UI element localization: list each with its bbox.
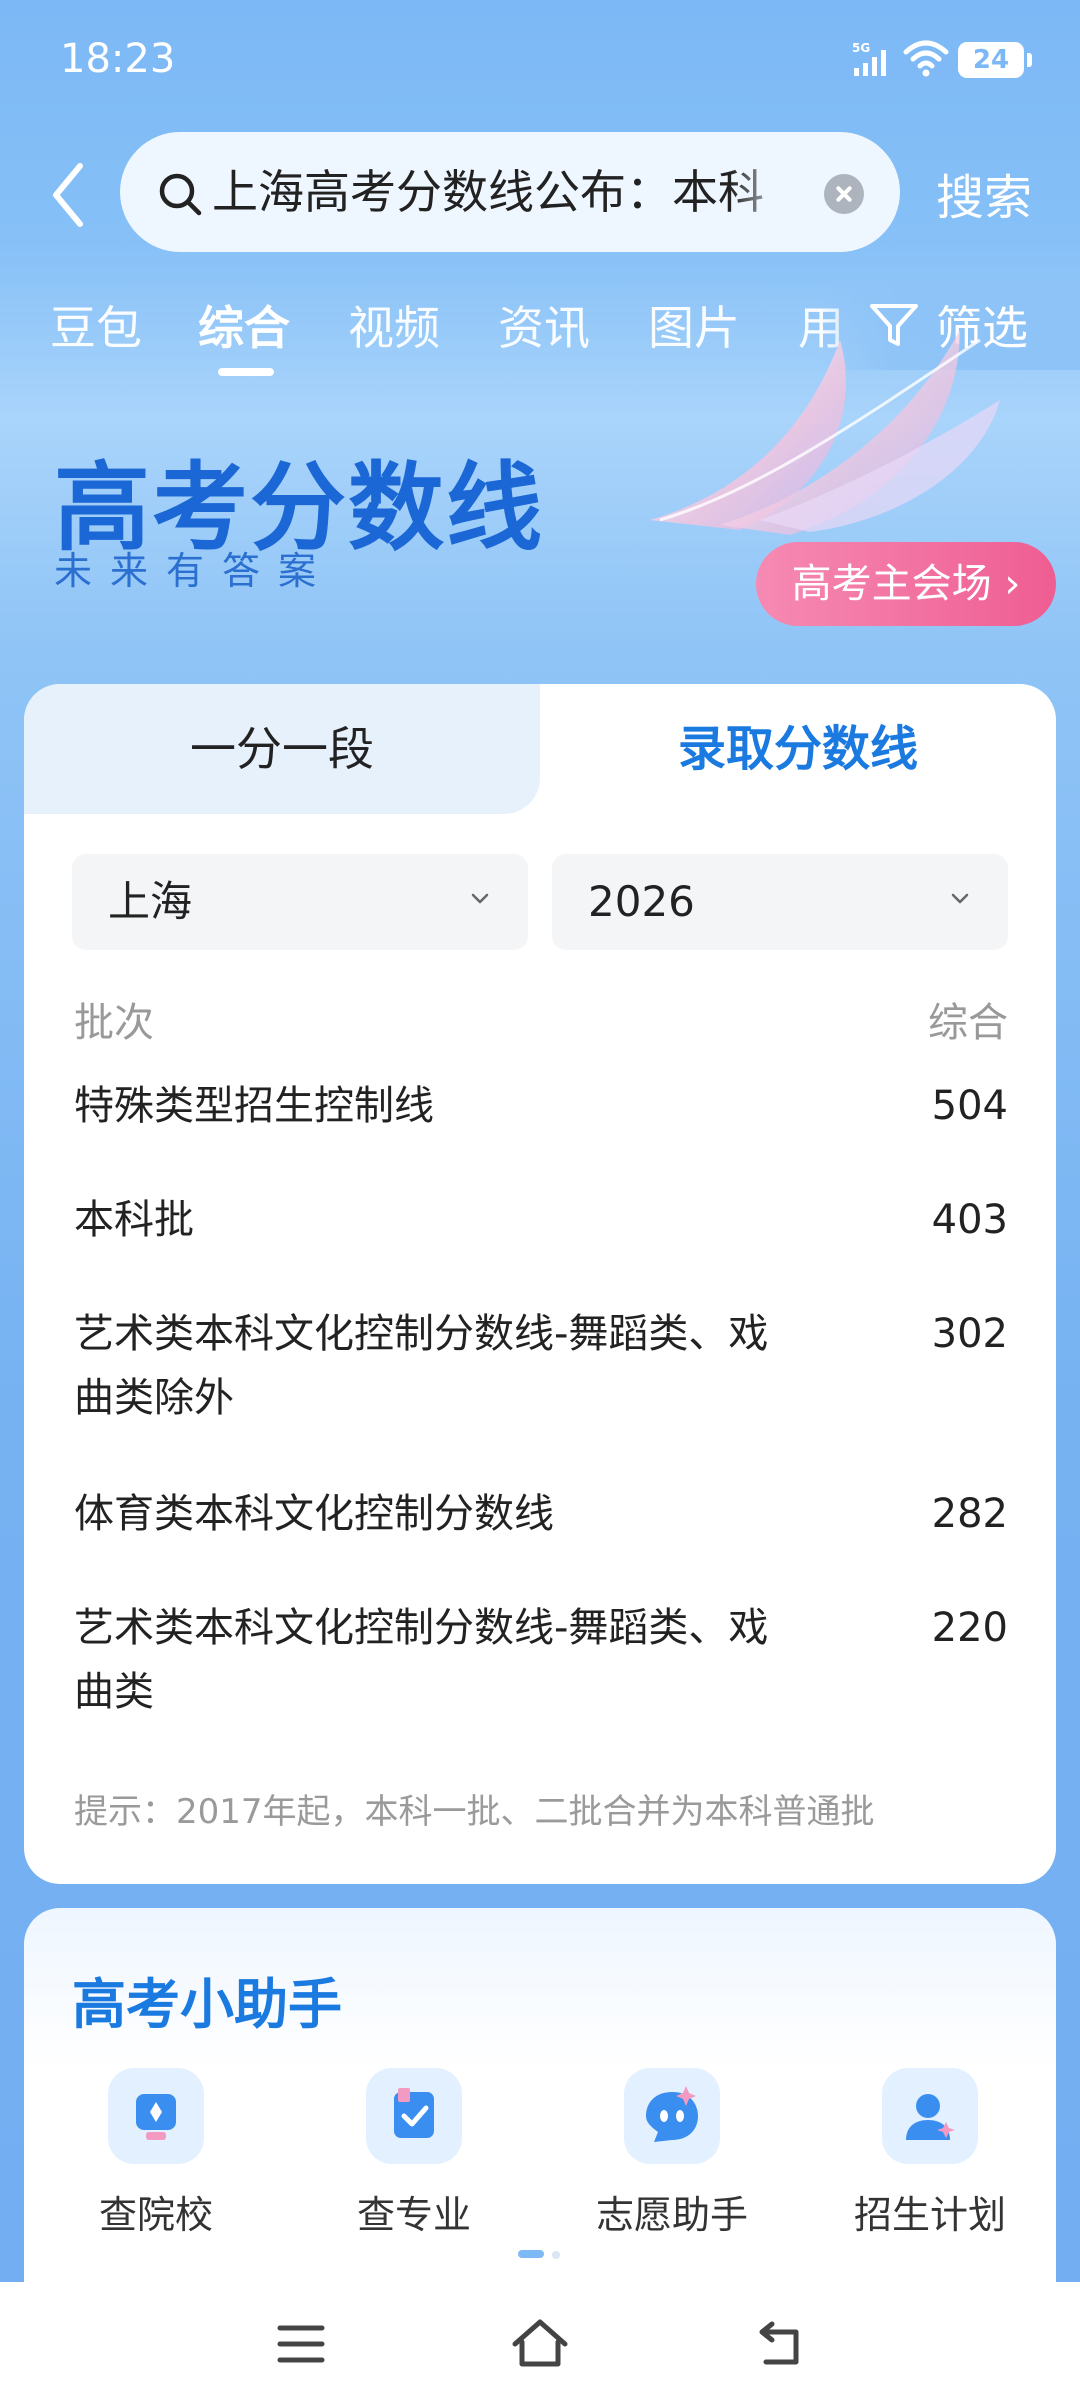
chevron-down-icon (471, 893, 489, 904)
table-row-score: 220 (931, 1605, 1008, 1651)
wifi-icon (903, 40, 949, 77)
gaokao-main-venue-button[interactable]: 高考主会场 › (756, 542, 1056, 626)
tool-label: 志愿助手 (595, 2193, 748, 2237)
column-header-score: 综合 (928, 1000, 1008, 1046)
table-row-name: 本科批 (74, 1197, 194, 1243)
main-venue-label: 高考主会场 (791, 561, 992, 607)
signal-5g-icon: 5G (852, 41, 886, 76)
back-arrow-icon[interactable] (48, 160, 88, 230)
tab-news[interactable]: 资讯 (498, 292, 590, 358)
tool-label: 招生计划 (853, 2193, 1006, 2237)
tool-label: 查专业 (356, 2193, 471, 2237)
back-nav-icon[interactable] (756, 2318, 806, 2368)
status-bar: 18:23 5G 24 (0, 0, 1080, 120)
year-dropdown[interactable]: 2026 (552, 854, 1008, 950)
segment-one-point[interactable]: 一分一段 (24, 684, 540, 814)
chevron-down-icon (951, 893, 969, 904)
menu-icon[interactable] (276, 2322, 326, 2366)
battery-icon: 24 (958, 42, 1032, 78)
table-row-name: 特殊类型招生控制线 (74, 1083, 434, 1129)
status-time: 18:23 (60, 36, 176, 82)
search-button[interactable]: 搜索 (936, 158, 1032, 228)
page-indicator-active (518, 2250, 544, 2258)
tab-video[interactable]: 视频 (348, 292, 440, 358)
assistant-icon (624, 2068, 720, 2164)
feather-illustration (650, 330, 1000, 535)
segment-admission-line[interactable]: 录取分数线 (540, 684, 1056, 814)
tip-text: 提示：2017年起，本科一批、二批合并为本科普通批 (74, 1792, 875, 1832)
table-row-name: 艺术类本科文化控制分数线-舞蹈类、戏曲类除外 (74, 1311, 769, 1421)
search-text-fade (730, 152, 820, 232)
school-icon (108, 2068, 204, 2164)
table-row-score: 302 (931, 1311, 1008, 1357)
chevron-right-icon: › (991, 561, 1021, 607)
score-line-card: 一分一段 录取分数线 上海 2026 批次 综合 特殊类型招生控制线 504 本… (24, 684, 1056, 1884)
table-row-name: 体育类本科文化控制分数线 (74, 1491, 554, 1537)
banner-subtitle: 未来有答案 (54, 549, 335, 593)
tab-doubao[interactable]: 豆包 (50, 292, 142, 358)
plan-icon (882, 2068, 978, 2164)
table-row-score: 504 (931, 1083, 1008, 1129)
search-icon (159, 173, 202, 216)
column-header-batch: 批次 (74, 1000, 154, 1046)
page-indicator-inactive (552, 2251, 560, 2259)
clear-icon[interactable] (824, 174, 864, 214)
tab-comprehensive[interactable]: 综合 (198, 292, 290, 358)
table-row-name: 艺术类本科文化控制分数线-舞蹈类、戏曲类 (74, 1605, 769, 1715)
system-nav-bar (0, 2282, 1080, 2408)
table-row-score: 403 (931, 1197, 1008, 1243)
province-value: 上海 (108, 877, 193, 926)
active-tab-indicator (218, 368, 274, 376)
tool-label: 查院校 (98, 2193, 213, 2237)
search-box[interactable]: 上海高考分数线公布：本科 (120, 132, 900, 252)
table-row-score: 282 (931, 1491, 1008, 1537)
major-icon (366, 2068, 462, 2164)
svg-text:5G: 5G (852, 41, 870, 55)
gaokao-assistant-card: 高考小助手 查院校 查专业 志愿助手 招生计划 (24, 1908, 1056, 2338)
assistant-title: 高考小助手 (72, 1973, 342, 2036)
home-icon[interactable] (510, 2316, 570, 2370)
province-dropdown[interactable]: 上海 (72, 854, 528, 950)
year-value: 2026 (588, 877, 695, 926)
